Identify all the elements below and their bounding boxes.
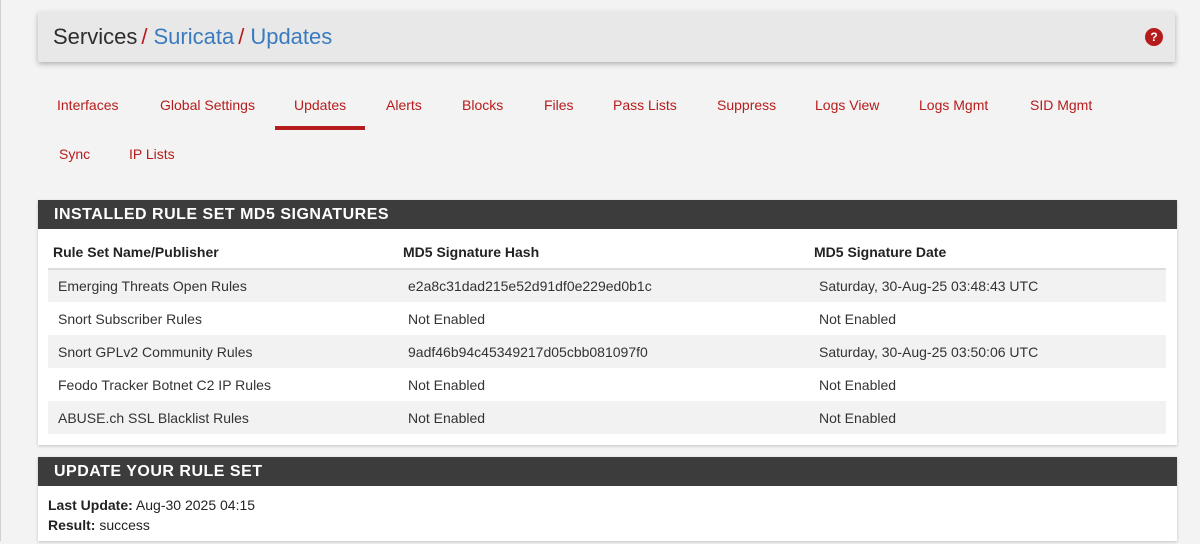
rule-set-name: Feodo Tracker Botnet C2 IP Rules [58, 376, 271, 393]
result-value: success [99, 517, 150, 533]
md5-hash: e2a8c31dad215e52d91df0e229ed0b1c [398, 269, 809, 302]
md5-panel-title: INSTALLED RULE SET MD5 SIGNATURES [38, 200, 1177, 229]
breadcrumb-suricata-link[interactable]: Suricata [153, 24, 234, 50]
tab-sid-mgmt[interactable]: SID Mgmt [1011, 80, 1111, 130]
last-update-label: Last Update: [48, 497, 133, 513]
md5-date: Not Enabled [809, 401, 1166, 434]
column-header: MD5 Signature Date [809, 229, 1166, 270]
update-panel-title: UPDATE YOUR RULE SET [38, 457, 1177, 486]
update-status: Last Update: Aug-30 2025 04:15 Result: s… [38, 486, 1177, 544]
breadcrumb-updates-link[interactable]: Updates [250, 24, 332, 50]
breadcrumb-root: Services [53, 24, 138, 49]
table-row: Snort Subscriber Rules Not Enabled Not E… [48, 302, 1166, 335]
md5-date: Not Enabled [819, 310, 897, 327]
column-header: MD5 Signature Hash [398, 229, 809, 270]
md5-signatures-table: Rule Set Name/Publisher MD5 Signature Ha… [48, 229, 1166, 434]
table-row: Emerging Threats Open Rules e2a8c31dad21… [48, 269, 1166, 302]
update-rule-set-panel: UPDATE YOUR RULE SET Last Update: Aug-30… [38, 457, 1177, 541]
rule-set-name: Snort GPLv2 Community Rules [48, 335, 398, 368]
md5-date: Not Enabled [819, 376, 897, 393]
md5-date: Saturday, 30-Aug-25 03:48:43 UTC [809, 269, 1166, 302]
md5-signatures-panel: INSTALLED RULE SET MD5 SIGNATURES Rule S… [38, 200, 1177, 445]
tab-updates[interactable]: Updates [275, 80, 366, 130]
tab-interfaces[interactable]: Interfaces [38, 80, 137, 130]
tab-suppress[interactable]: Suppress [698, 80, 795, 130]
tab-sync[interactable]: Sync [40, 129, 109, 179]
tab-logs-view[interactable]: Logs View [796, 80, 898, 130]
result-line: Result: success [48, 515, 1167, 535]
tab-pass-lists[interactable]: Pass Lists [594, 80, 696, 130]
md5-date: Saturday, 30-Aug-25 03:50:06 UTC [809, 335, 1166, 368]
md5-hash: 9adf46b94c45349217d05cbb081097f0 [398, 335, 809, 368]
table-row: Snort GPLv2 Community Rules 9adf46b94c45… [48, 335, 1166, 368]
help-icon[interactable]: ? [1145, 28, 1163, 46]
table-row: ABUSE.ch SSL Blacklist Rules Not Enabled… [48, 401, 1166, 434]
tab-blocks[interactable]: Blocks [443, 80, 522, 130]
last-update-value: Aug-30 2025 04:15 [135, 497, 256, 513]
tab-alerts[interactable]: Alerts [367, 80, 441, 130]
column-header: Rule Set Name/Publisher [48, 229, 398, 270]
md5-hash: Not Enabled [398, 401, 809, 434]
tab-files[interactable]: Files [525, 80, 593, 130]
result-label: Result: [48, 517, 96, 533]
breadcrumb: Services / Suricata / Updates ? [38, 12, 1175, 62]
tab-ip-lists[interactable]: IP Lists [110, 129, 194, 179]
last-update-line: Last Update: Aug-30 2025 04:15 [48, 495, 1167, 515]
rule-set-name: Snort Subscriber Rules [58, 310, 202, 327]
table-row: Feodo Tracker Botnet C2 IP Rules Not Ena… [48, 368, 1166, 401]
breadcrumb-separator: / [238, 24, 245, 49]
breadcrumb-separator: / [141, 24, 148, 49]
tab-global-settings[interactable]: Global Settings [141, 80, 274, 130]
md5-hash: Not Enabled [408, 376, 486, 393]
md5-hash: Not Enabled [408, 310, 486, 327]
rule-set-name: ABUSE.ch SSL Blacklist Rules [48, 401, 398, 434]
tab-logs-mgmt[interactable]: Logs Mgmt [900, 80, 1007, 130]
rule-set-name: Emerging Threats Open Rules [48, 269, 398, 302]
